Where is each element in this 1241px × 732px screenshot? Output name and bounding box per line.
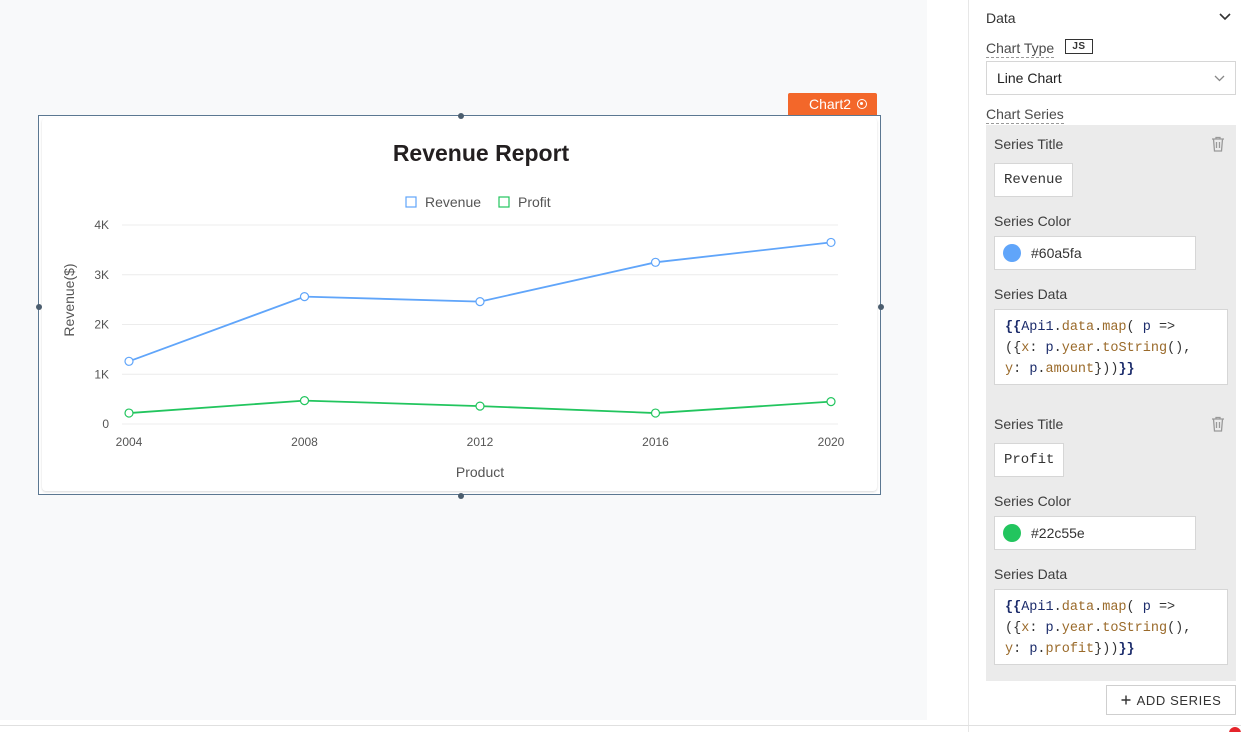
panel-gutter (927, 0, 969, 732)
x-tick-label: 2020 (818, 435, 845, 449)
code-line: ({x: p.year.toString(), (1005, 621, 1192, 636)
series-title-label: Series Title (994, 136, 1064, 152)
data-point (650, 257, 661, 267)
code-line: {{Api1.data.map( p => (1005, 600, 1176, 615)
series-data-label: Series Data (994, 566, 1068, 582)
legend-label: Profit (518, 194, 551, 210)
chevron-down-icon[interactable] (1219, 13, 1231, 21)
notification-dot[interactable] (1229, 727, 1241, 732)
resize-handle-right[interactable] (878, 304, 884, 310)
series-data-editor[interactable]: {{Api1.data.map( p => ({x: p.year.toStri… (994, 309, 1228, 385)
series-title-input[interactable]: Revenue (994, 163, 1073, 197)
chart-type-label: Chart Type (986, 40, 1055, 58)
chart-type-value: Line Chart (997, 70, 1062, 86)
js-toggle-button[interactable]: JS (1065, 39, 1093, 54)
plus-icon (1121, 695, 1131, 705)
x-tick-label: 2008 (291, 435, 318, 449)
data-point (650, 408, 661, 418)
legend-swatch (405, 196, 417, 208)
widget-name-label: Chart2 (808, 96, 851, 112)
x-tick-label: 2016 (642, 435, 669, 449)
color-swatch[interactable] (1003, 524, 1021, 542)
data-point (299, 396, 310, 406)
add-series-button[interactable]: ADD SERIES (1106, 685, 1236, 715)
series-color-value: #22c55e (1031, 525, 1085, 541)
y-axis-ticks: 0 1K 2K 3K 4K (94, 218, 109, 431)
data-point (475, 401, 485, 411)
y-tick-label: 1K (94, 367, 109, 381)
series-color-input[interactable]: #60a5fa (994, 236, 1196, 270)
chart-title: Revenue Report (393, 140, 570, 166)
data-point (124, 356, 134, 366)
y-tick-label: 2K (94, 318, 109, 332)
x-axis-ticks: 2004 2008 2012 2016 2020 (116, 435, 845, 449)
color-swatch[interactable] (1003, 244, 1021, 262)
code-line: y: p.profit}))}} (1005, 642, 1135, 657)
series-color-label: Series Color (994, 493, 1072, 509)
y-axis-label: Revenue($) (61, 263, 77, 336)
data-point (299, 292, 310, 302)
series-color-label: Series Color (994, 213, 1072, 229)
add-series-label: ADD SERIES (1136, 692, 1222, 708)
data-point (475, 297, 485, 307)
series-color-value: #60a5fa (1031, 245, 1082, 261)
data-section-title[interactable]: Data (986, 10, 1016, 26)
widget-name-tag[interactable]: Chart2 (788, 93, 877, 115)
legend-label: Revenue (425, 194, 481, 210)
code-line: y: p.amount}))}} (1005, 362, 1135, 377)
bottom-divider (0, 725, 1241, 726)
series-data-editor[interactable]: {{Api1.data.map( p => ({x: p.year.toStri… (994, 589, 1228, 665)
chevron-down-icon (1214, 75, 1225, 81)
data-point (826, 237, 836, 248)
code-line: ({x: p.year.toString(), (1005, 341, 1192, 356)
chart-series-lines (128, 241, 832, 414)
target-icon[interactable] (857, 99, 867, 109)
x-tick-label: 2004 (116, 435, 143, 449)
x-axis-label: Product (456, 464, 504, 480)
legend-swatch (498, 196, 510, 208)
delete-icon[interactable] (1211, 416, 1225, 432)
y-tick-label: 3K (94, 268, 109, 282)
data-point (124, 408, 134, 418)
series-color-input[interactable]: #22c55e (994, 516, 1196, 550)
chart-data-points (124, 237, 836, 418)
x-tick-label: 2012 (467, 435, 494, 449)
resize-handle-bottom[interactable] (458, 493, 464, 499)
data-point (826, 397, 836, 407)
chart-legend: Revenue Profit (405, 194, 551, 210)
series-title-input[interactable]: Profit (994, 443, 1065, 477)
line-chart: Revenue Report Revenue Profit 0 1K 2K 3K 4K 2… (61, 140, 845, 480)
chart-series-label: Chart Series (986, 106, 1064, 124)
code-line: {{Api1.data.map( p => (1005, 320, 1176, 335)
chart-type-select[interactable]: Line Chart (986, 61, 1236, 95)
series-title-label: Series Title (994, 416, 1064, 432)
delete-icon[interactable] (1211, 136, 1225, 152)
y-tick-label: 4K (94, 218, 109, 232)
series-data-label: Series Data (994, 286, 1068, 302)
y-tick-label: 0 (102, 417, 109, 431)
